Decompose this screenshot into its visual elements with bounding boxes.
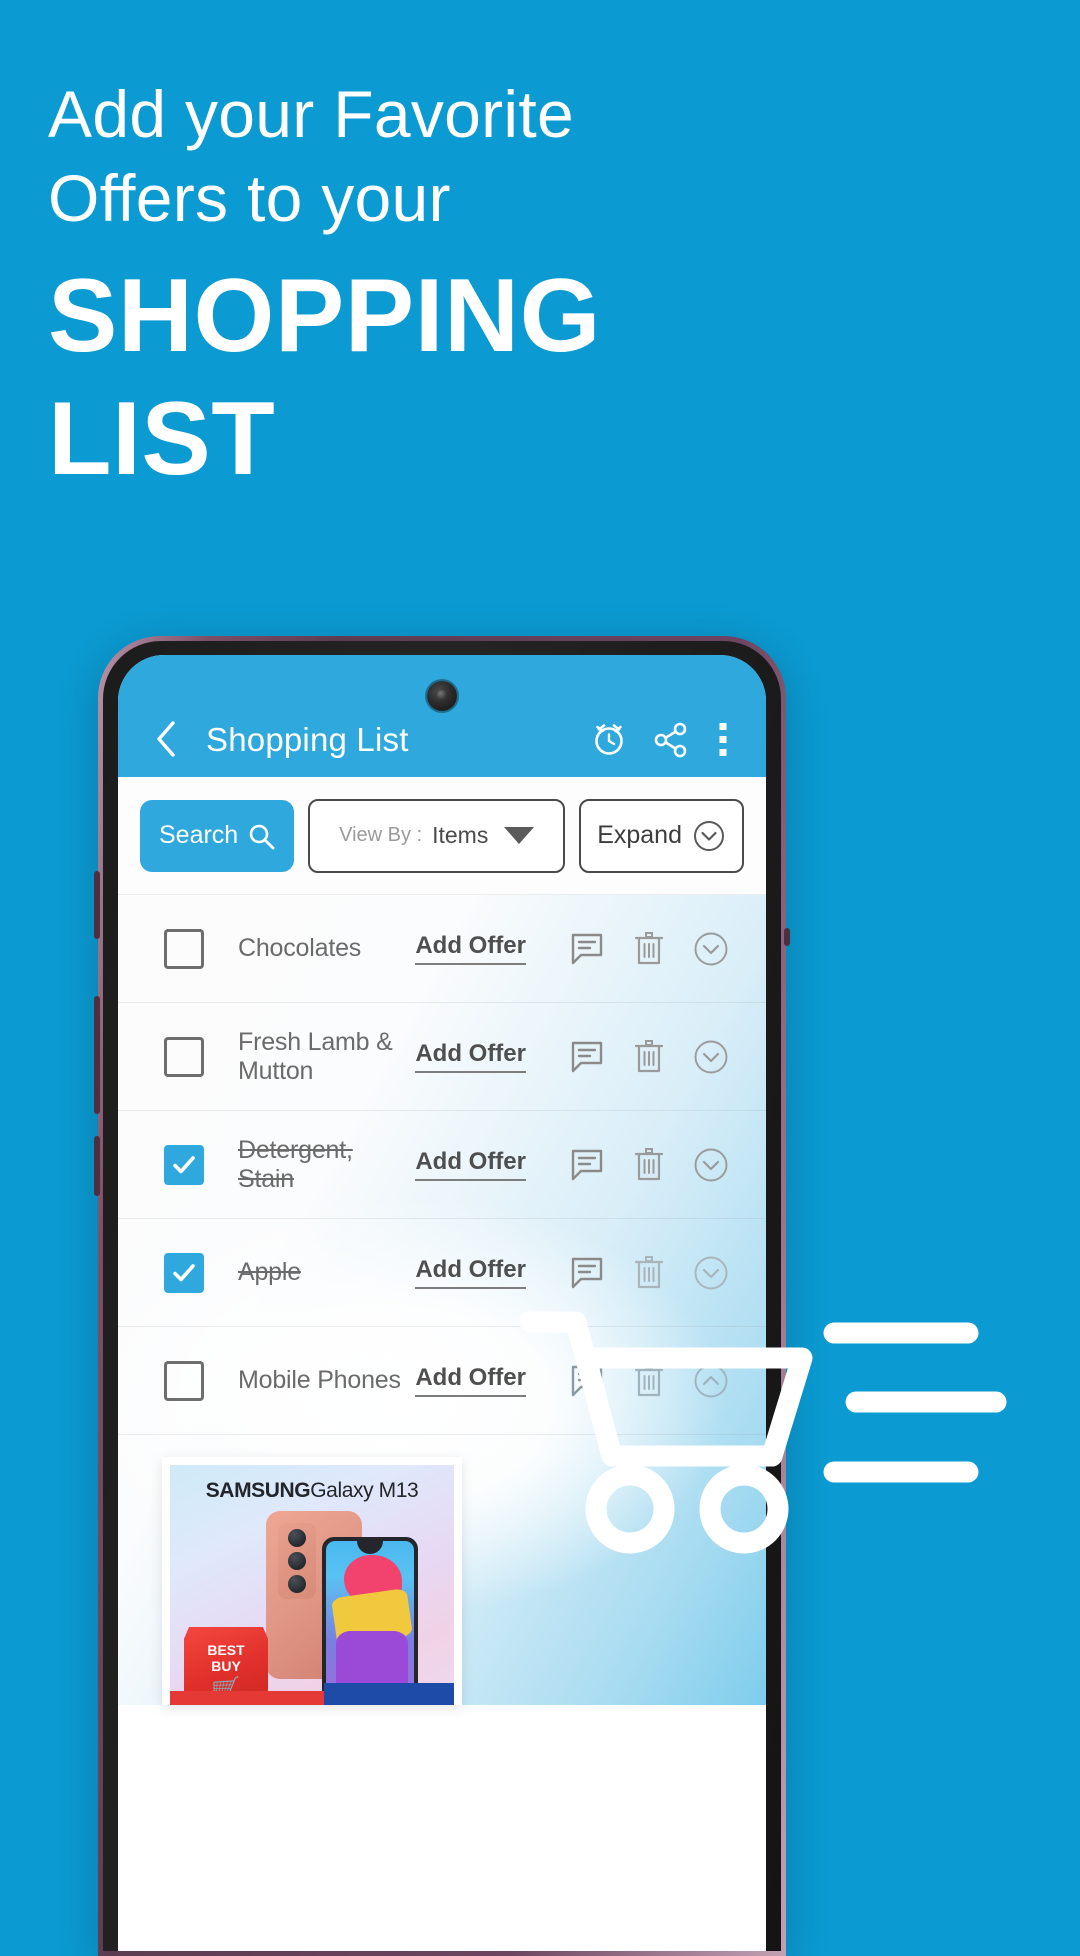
add-offer-link[interactable]: Add Offer	[415, 1040, 526, 1073]
trash-icon	[633, 1147, 665, 1183]
headline-bold-text: SHOPPING LIST	[48, 257, 601, 497]
delete-button[interactable]	[618, 1255, 680, 1291]
add-offer-link[interactable]: Add Offer	[415, 1256, 526, 1289]
table-row[interactable]: Detergent, Stain Add Offer	[118, 1111, 766, 1219]
item-checkbox[interactable]	[164, 1252, 204, 1293]
item-checkbox[interactable]	[164, 928, 204, 969]
expand-button-label: Expand	[597, 821, 682, 849]
trash-icon	[633, 1255, 665, 1291]
note-button[interactable]	[556, 1040, 618, 1074]
item-name: Apple	[238, 1258, 301, 1286]
overflow-menu-button[interactable]	[702, 721, 744, 759]
chevron-down-circle-icon	[692, 930, 730, 968]
add-offer-link[interactable]: Add Offer	[415, 1148, 526, 1181]
phone-screen: Shopping List Search View By: Items Exp…	[118, 655, 766, 1951]
add-offer-link[interactable]: Add Offer	[415, 932, 526, 965]
item-checkbox[interactable]	[164, 1360, 204, 1401]
page-title: Shopping List	[206, 721, 409, 758]
search-icon	[247, 822, 275, 850]
add-offer-link[interactable]: Add Offer	[415, 1364, 526, 1397]
best-buy-line2: BUY	[211, 1658, 241, 1675]
chevron-left-icon	[154, 719, 178, 759]
item-name: Chocolates	[238, 934, 362, 962]
search-button-label: Search	[159, 821, 239, 849]
app-bar: Shopping List	[118, 655, 766, 777]
phone-bezel: Shopping List Search View By: Items Exp…	[103, 641, 781, 1951]
offer-card[interactable]: SAMSUNGGalaxy M13 BEST BUY 🛒	[162, 1457, 462, 1705]
item-name: Detergent, Stain	[238, 1135, 353, 1193]
row-toggle-button[interactable]	[680, 1038, 742, 1076]
table-row[interactable]: Chocolates Add Offer	[118, 895, 766, 1003]
best-buy-line1: BEST	[207, 1642, 245, 1658]
delete-button[interactable]	[618, 1039, 680, 1075]
note-icon	[570, 1256, 604, 1290]
share-button[interactable]	[640, 721, 702, 759]
volume-up-button[interactable]	[94, 871, 100, 939]
more-vertical-icon	[718, 721, 728, 759]
row-toggle-button[interactable]	[680, 1254, 742, 1292]
chevron-down-circle-icon	[692, 1254, 730, 1292]
promo-cart-graphic	[516, 1306, 1080, 1566]
item-checkbox[interactable]	[164, 1144, 204, 1185]
shopping-list: Chocolates Add Offer Fresh Lamb & Mutton…	[118, 895, 766, 1705]
share-icon	[652, 721, 690, 759]
note-icon	[570, 932, 604, 966]
chevron-down-circle-icon	[692, 1038, 730, 1076]
row-toggle-button[interactable]	[680, 930, 742, 968]
alarm-button[interactable]	[578, 719, 640, 759]
offer-card-brand: SAMSUNGGalaxy M13	[205, 1479, 419, 1502]
alarm-clock-icon	[589, 719, 629, 759]
phone-mockup: Shopping List Search View By: Items Exp…	[94, 636, 790, 1956]
offer-card-image: SAMSUNGGalaxy M13 BEST BUY 🛒	[170, 1465, 454, 1705]
note-icon	[570, 1040, 604, 1074]
side-button[interactable]	[94, 1136, 100, 1196]
caret-down-icon	[504, 827, 535, 844]
promo-headline: Add your Favorite Offers to your SHOPPIN…	[48, 72, 808, 500]
view-by-value: Items	[432, 822, 489, 848]
phone-front-illustration	[322, 1537, 418, 1705]
item-name: Mobile Phones	[238, 1366, 401, 1394]
delete-button[interactable]	[618, 931, 680, 967]
view-by-dropdown[interactable]: View By : Items	[308, 798, 566, 873]
camera-module-illustration	[278, 1523, 316, 1599]
expand-button[interactable]: Expand	[579, 798, 744, 873]
volume-down-button[interactable]	[94, 996, 100, 1114]
note-button[interactable]	[556, 1148, 618, 1182]
trash-icon	[633, 931, 665, 967]
note-button[interactable]	[556, 932, 618, 966]
back-button[interactable]	[140, 719, 192, 759]
chevron-down-circle-icon	[692, 819, 726, 853]
view-by-label: View By :	[339, 824, 423, 846]
note-icon	[570, 1148, 604, 1182]
note-button[interactable]	[556, 1256, 618, 1290]
delete-button[interactable]	[618, 1147, 680, 1183]
row-toggle-button[interactable]	[680, 1146, 742, 1184]
search-button[interactable]: Search	[140, 799, 295, 872]
chevron-down-circle-icon	[692, 1146, 730, 1184]
item-name: Fresh Lamb & Mutton	[238, 1027, 393, 1085]
power-button[interactable]	[784, 928, 790, 946]
shopping-cart-icon	[516, 1306, 1080, 1566]
trash-icon	[633, 1039, 665, 1075]
headline-light-text: Add your Favorite Offers to your	[48, 77, 575, 236]
item-checkbox[interactable]	[164, 1036, 204, 1077]
front-camera	[427, 681, 457, 711]
offer-card-price-band	[324, 1683, 454, 1705]
table-row[interactable]: Fresh Lamb & Mutton Add Offer	[118, 1003, 766, 1111]
list-toolbar: Search View By : Items Expand	[118, 777, 766, 895]
